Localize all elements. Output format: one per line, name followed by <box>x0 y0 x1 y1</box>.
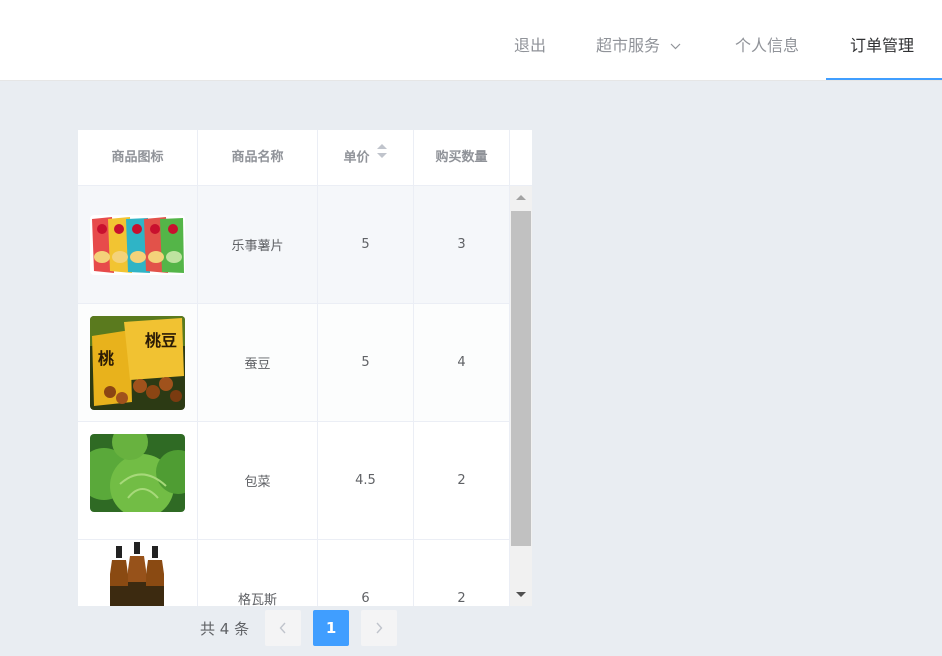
table-row[interactable]: 桃 桃豆 蚕豆 5 4 <box>78 304 510 422</box>
table-body: 乐事薯片 5 3 桃 桃豆 蚕豆 5 4 包菜 4.5 2 格瓦斯 6 2 <box>78 186 510 606</box>
pagination-total: 共 4 条 <box>200 619 250 638</box>
nav-order-management[interactable]: 订单管理 <box>826 0 942 80</box>
product-icon-cell <box>78 539 198 606</box>
column-header-price-label: 单价 <box>343 150 370 166</box>
unit-price-cell: 6 <box>318 540 414 606</box>
product-name-cell: 蚕豆 <box>198 304 318 421</box>
scroll-down-arrow-icon[interactable] <box>510 582 532 606</box>
nav-logout-label: 退出 <box>514 36 547 55</box>
column-header-gutter <box>510 130 532 186</box>
prev-page-button[interactable] <box>265 610 302 646</box>
product-name-cell: 格瓦斯 <box>198 540 318 606</box>
quantity-cell: 2 <box>414 540 510 606</box>
column-header-price[interactable]: 单价 <box>318 130 414 186</box>
nav-supermarket-service[interactable]: 超市服务 <box>596 0 681 80</box>
nav-profile[interactable]: 个人信息 <box>735 0 799 80</box>
next-page-button[interactable] <box>361 610 398 646</box>
column-header-name: 商品名称 <box>198 130 318 186</box>
unit-price-cell: 5 <box>318 186 414 303</box>
quantity-cell: 2 <box>414 422 510 539</box>
pagination: 共 4 条 1 <box>200 610 409 646</box>
chevron-right-icon <box>375 619 383 638</box>
table-row[interactable]: 格瓦斯 6 2 <box>78 539 510 606</box>
cabbage-image <box>90 433 185 512</box>
product-name-cell: 乐事薯片 <box>198 186 318 303</box>
chips-bags-image <box>90 214 185 275</box>
kvass-bottles-image <box>90 539 185 606</box>
product-icon-cell: 桃 桃豆 <box>78 304 198 421</box>
column-header-icon: 商品图标 <box>78 130 198 186</box>
scrollbar-thumb[interactable] <box>511 211 531 546</box>
svg-text:桃: 桃 <box>98 349 114 368</box>
product-icon-cell <box>78 422 198 539</box>
chevron-left-icon <box>279 619 287 638</box>
table-row[interactable]: 包菜 4.5 2 <box>78 422 510 540</box>
table-header: 商品图标 商品名称 单价 购买数量 <box>78 130 532 186</box>
unit-price-cell: 4.5 <box>318 422 414 539</box>
page-number-button[interactable]: 1 <box>313 610 350 646</box>
nav-logout[interactable]: 退出 <box>514 0 546 80</box>
product-icon-cell <box>78 186 198 303</box>
sort-caret-icon[interactable] <box>376 130 388 184</box>
top-navbar: 退出 超市服务 个人信息 订单管理 <box>0 0 942 81</box>
nav-service-label: 超市服务 <box>596 36 661 55</box>
product-name-cell: 包菜 <box>198 422 318 539</box>
quantity-cell: 4 <box>414 304 510 421</box>
chevron-down-icon <box>670 0 681 91</box>
nav-orders-label: 订单管理 <box>849 36 914 55</box>
broad-beans-image: 桃 桃豆 <box>90 315 185 410</box>
unit-price-cell: 5 <box>318 304 414 421</box>
table-row[interactable]: 乐事薯片 5 3 <box>78 186 510 304</box>
quantity-cell: 3 <box>414 186 510 303</box>
nav-profile-label: 个人信息 <box>735 36 800 55</box>
column-header-quantity: 购买数量 <box>414 130 510 186</box>
table-scrollbar[interactable] <box>510 186 532 606</box>
svg-text:桃豆: 桃豆 <box>145 331 177 350</box>
scroll-up-arrow-icon[interactable] <box>510 186 532 210</box>
orders-table: 商品图标 商品名称 单价 购买数量 乐事薯片 5 3 桃 桃豆 蚕豆 5 4 包… <box>78 130 532 606</box>
